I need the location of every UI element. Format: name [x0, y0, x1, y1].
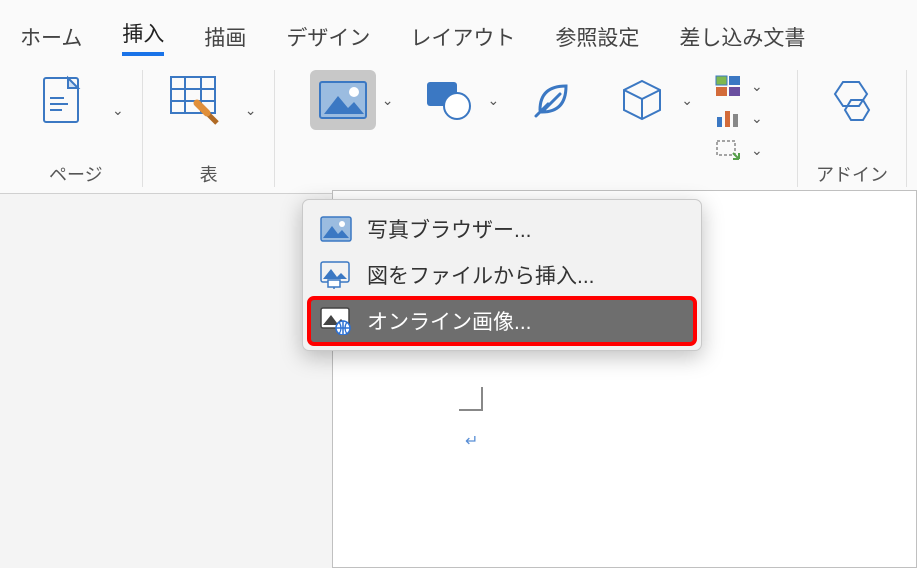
tab-draw[interactable]: 描画	[204, 22, 246, 52]
chevron-down-icon: ⌄	[751, 110, 763, 127]
chevron-down-icon[interactable]: ⌄	[488, 92, 500, 109]
tab-layout[interactable]: レイアウト	[410, 22, 515, 52]
chevron-down-icon: ⌄	[751, 142, 763, 159]
addins-label: アドイン	[816, 161, 888, 187]
table-button[interactable]	[161, 70, 227, 130]
chevron-down-icon: ⌄	[751, 78, 763, 95]
smartart-icon	[715, 75, 741, 97]
cube-icon	[618, 77, 666, 123]
group-addins: アドイン	[798, 70, 907, 187]
tab-design[interactable]: デザイン	[286, 22, 370, 52]
page-icon	[38, 74, 84, 126]
online-picture-icon	[319, 307, 353, 335]
ribbon-bar: ⌄ ページ ⌄ 表	[0, 64, 917, 194]
tab-references[interactable]: 参照設定	[555, 22, 639, 52]
paragraph-mark: ↵	[465, 431, 478, 451]
shapes-icon	[423, 78, 475, 122]
tab-mailings[interactable]: 差し込み文書	[679, 22, 805, 52]
menu-label: 図をファイルから挿入...	[367, 260, 595, 290]
3d-models-button[interactable]	[609, 70, 675, 130]
pages-button[interactable]	[28, 70, 94, 130]
group-pages: ⌄ ページ	[10, 70, 143, 187]
leaf-icon	[530, 78, 578, 122]
menu-photo-browser[interactable]: 写真ブラウザー...	[309, 206, 695, 252]
tab-home[interactable]: ホーム	[20, 22, 82, 52]
addins-icon	[827, 76, 877, 124]
icons-button[interactable]	[521, 70, 587, 130]
group-illustrations: ⌄ ⌄	[275, 70, 798, 187]
ribbon-tabs: ホーム 挿入 描画 デザイン レイアウト 参照設定 差し込み文書	[0, 0, 917, 64]
menu-online-picture[interactable]: オンライン画像...	[309, 298, 695, 344]
shapes-button[interactable]	[416, 70, 482, 130]
margin-corner-mark	[459, 387, 483, 411]
menu-label: 写真ブラウザー...	[367, 214, 532, 244]
chart-icon	[715, 107, 741, 129]
menu-label: オンライン画像...	[367, 306, 532, 336]
addins-button[interactable]	[819, 70, 885, 130]
pages-label: ページ	[49, 161, 103, 187]
photo-browser-icon	[319, 215, 353, 243]
group-table: ⌄ 表	[143, 70, 276, 187]
chart-button[interactable]: ⌄	[715, 104, 763, 132]
chevron-down-icon[interactable]: ⌄	[245, 102, 257, 119]
chevron-down-icon[interactable]: ⌄	[112, 102, 124, 119]
chevron-down-icon[interactable]: ⌄	[681, 92, 693, 109]
illustrations-mini-stack: ⌄ ⌄ ⌄	[715, 70, 763, 164]
chevron-down-icon[interactable]: ⌄	[382, 92, 394, 109]
table-label: 表	[200, 161, 218, 187]
pictures-dropdown: 写真ブラウザー... 図をファイルから挿入...	[302, 199, 702, 351]
smartart-button[interactable]: ⌄	[715, 72, 763, 100]
table-icon	[167, 73, 221, 127]
screenshot-icon	[715, 139, 741, 161]
tab-insert[interactable]: 挿入	[122, 18, 164, 56]
screenshot-button[interactable]: ⌄	[715, 136, 763, 164]
menu-picture-from-file[interactable]: 図をファイルから挿入...	[309, 252, 695, 298]
picture-from-file-icon	[319, 261, 353, 289]
picture-icon	[318, 80, 368, 120]
pictures-button[interactable]	[310, 70, 376, 130]
